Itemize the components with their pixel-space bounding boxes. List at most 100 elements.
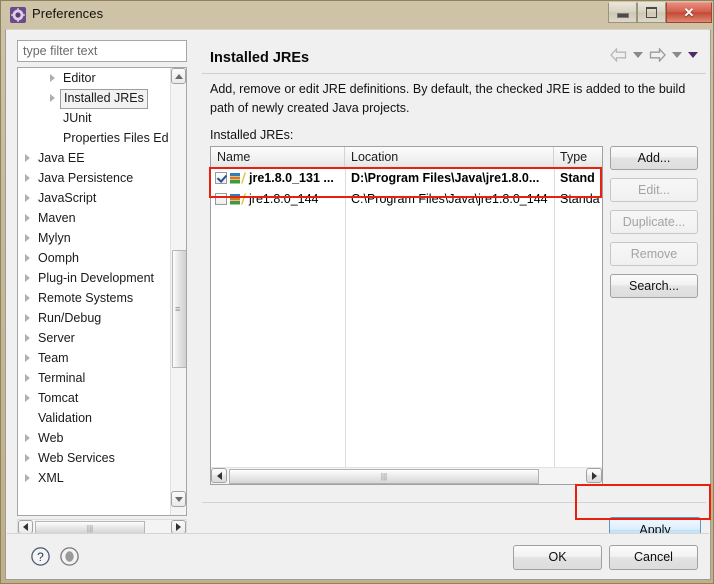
chevron-right-icon[interactable] <box>25 154 30 162</box>
jre-library-icon <box>230 171 246 185</box>
chevron-right-icon[interactable] <box>50 94 55 102</box>
chevron-right-icon[interactable] <box>25 194 30 202</box>
search-input[interactable]: type filter text <box>23 44 97 58</box>
jre-table[interactable]: Name Location Type jre1.8.0_131 ... D:\Pr… <box>210 146 603 485</box>
sidebar-item-terminal[interactable]: Terminal <box>18 368 173 388</box>
row-checkbox[interactable] <box>215 193 227 205</box>
preferences-window: Preferences ✕ type filter text Editor Ins… <box>0 0 714 584</box>
sidebar-item-javascript[interactable]: JavaScript <box>18 188 173 208</box>
sidebar-item-plug-in-development[interactable]: Plug-in Development <box>18 268 173 288</box>
preference-tree[interactable]: Editor Installed JREs JUnit Properties File… <box>17 67 187 516</box>
chevron-right-icon[interactable] <box>25 354 30 362</box>
close-button[interactable]: ✕ <box>666 2 712 23</box>
help-question-icon[interactable]: ? <box>30 546 51 567</box>
maximize-button[interactable] <box>637 2 666 23</box>
forward-arrow-icon[interactable] <box>649 47 666 63</box>
sidebar-item-java-ee[interactable]: Java EE <box>18 148 173 168</box>
back-dropdown-icon[interactable] <box>633 52 643 58</box>
sidebar-item-label: Mylyn <box>38 231 71 245</box>
sidebar-item-label: Terminal <box>38 371 86 385</box>
chevron-right-icon[interactable] <box>25 474 30 482</box>
chevron-right-icon[interactable] <box>50 74 55 82</box>
sidebar-item-xml[interactable]: XML <box>18 468 173 488</box>
sidebar-item-label: Editor <box>63 71 96 85</box>
sidebar-item-maven[interactable]: Maven <box>18 208 173 228</box>
sidebar-item-editor[interactable]: Editor <box>18 68 173 88</box>
sidebar-item-tomcat[interactable]: Tomcat <box>18 388 173 408</box>
sidebar-item-label: Oomph <box>38 251 79 265</box>
sidebar-item-label: Java Persistence <box>38 171 134 185</box>
sidebar-item-label: Plug-in Development <box>38 271 155 285</box>
page-description: Add, remove or edit JRE definitions. By … <box>210 82 686 115</box>
pin-icon[interactable] <box>59 546 80 567</box>
column-header-type[interactable]: Type <box>554 147 602 167</box>
sidebar-item-mylyn[interactable]: Mylyn <box>18 228 173 248</box>
sidebar-item-properties-files-ed[interactable]: Properties Files Ed <box>18 128 173 148</box>
sidebar-item-label: Web Services <box>38 451 115 465</box>
triangle-right-icon <box>591 471 597 480</box>
cancel-button[interactable]: Cancel <box>609 545 698 570</box>
table-row[interactable]: jre1.8.0_144 C:\Program Files\Java\jre1.8… <box>211 189 602 210</box>
window-title: Preferences <box>32 6 104 21</box>
sidebar-item-remote-systems[interactable]: Remote Systems <box>18 288 173 308</box>
sidebar-item-junit[interactable]: JUnit <box>18 108 173 128</box>
sidebar-item-web-services[interactable]: Web Services <box>18 448 173 468</box>
table-hscroll-thumb[interactable]: ||| <box>229 469 539 484</box>
chevron-right-icon[interactable] <box>25 234 30 242</box>
forward-dropdown-icon[interactable] <box>672 52 682 58</box>
chevron-right-icon[interactable] <box>25 374 30 382</box>
minimize-button[interactable] <box>608 2 637 23</box>
navigation-controls <box>610 47 698 63</box>
chevron-right-icon[interactable] <box>25 334 30 342</box>
triangle-left-icon <box>23 523 28 531</box>
sidebar-item-run-debug[interactable]: Run/Debug <box>18 308 173 328</box>
table-horizontal-scrollbar[interactable]: ||| <box>211 467 602 484</box>
triangle-left-icon <box>216 471 222 480</box>
scroll-down-button[interactable] <box>171 491 186 507</box>
chevron-right-icon[interactable] <box>25 294 30 302</box>
sidebar-item-team[interactable]: Team <box>18 348 173 368</box>
sidebar-item-java-persistence[interactable]: Java Persistence <box>18 168 173 188</box>
tree-vertical-scrollbar[interactable] <box>170 68 186 515</box>
sidebar-item-validation[interactable]: Validation <box>18 408 173 428</box>
table-scroll-right-button[interactable] <box>586 468 602 483</box>
chevron-right-icon[interactable] <box>25 254 30 262</box>
filter-input-wrapper[interactable]: type filter text <box>17 40 187 62</box>
scroll-thumb[interactable] <box>172 250 186 368</box>
chevron-right-icon[interactable] <box>25 314 30 322</box>
jre-name-label: jre1.8.0_144 <box>249 192 319 206</box>
sidebar-item-label: Tomcat <box>38 391 79 405</box>
sidebar-item-oomph[interactable]: Oomph <box>18 248 173 268</box>
sidebar-item-web[interactable]: Web <box>18 428 173 448</box>
scroll-left-button[interactable] <box>18 520 33 534</box>
chevron-right-icon[interactable] <box>25 274 30 282</box>
sidebar-item-label: JavaScript <box>38 191 97 205</box>
jre-name-label: jre1.8.0_131 ... <box>249 171 334 185</box>
preference-tree-pane: type filter text Editor Installed JREs JUn… <box>12 36 196 548</box>
scroll-up-button[interactable] <box>171 68 186 84</box>
column-header-name[interactable]: Name <box>211 147 345 167</box>
back-arrow-icon[interactable] <box>610 47 627 63</box>
table-scroll-left-button[interactable] <box>211 468 227 483</box>
triangle-down-icon <box>174 496 183 502</box>
preferences-gear-icon <box>10 7 26 23</box>
cell-type: Stand <box>560 171 595 185</box>
sidebar-item-server[interactable]: Server <box>18 328 173 348</box>
chevron-right-icon[interactable] <box>25 174 30 182</box>
search-button[interactable]: Search... <box>610 274 698 298</box>
row-checkbox[interactable] <box>215 172 227 184</box>
sidebar-item-installed-jres[interactable]: Installed JREs <box>18 88 173 109</box>
view-menu-dropdown-icon[interactable] <box>688 52 698 58</box>
chevron-right-icon[interactable] <box>25 434 30 442</box>
scroll-right-button[interactable] <box>171 520 186 534</box>
ok-button[interactable]: OK <box>513 545 602 570</box>
sidebar-item-label: Properties Files Ed <box>63 131 169 145</box>
chevron-right-icon[interactable] <box>25 214 30 222</box>
chevron-right-icon[interactable] <box>25 454 30 462</box>
table-row[interactable]: jre1.8.0_131 ... D:\Program Files\Java\jr… <box>211 168 602 189</box>
installed-jres-label: Installed JREs: <box>210 128 294 142</box>
add-button[interactable]: Add... <box>610 146 698 170</box>
chevron-right-icon[interactable] <box>25 394 30 402</box>
column-header-location[interactable]: Location <box>345 147 554 167</box>
edit-button: Edit... <box>610 178 698 202</box>
